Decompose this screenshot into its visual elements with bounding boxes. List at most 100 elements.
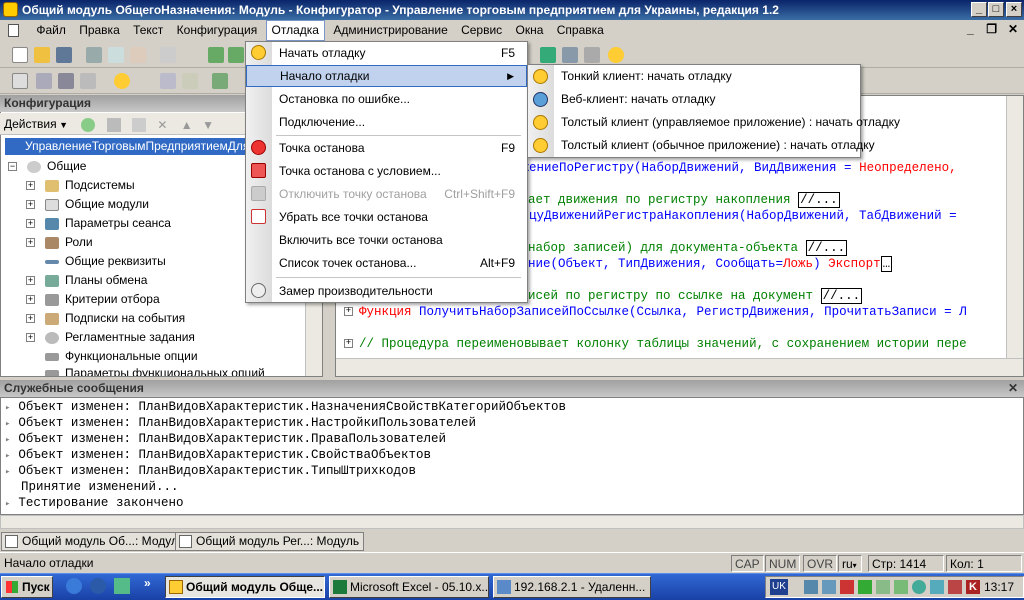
copy-icon[interactable]: [108, 47, 124, 63]
expand-icon[interactable]: +: [26, 181, 35, 191]
menu-configuration[interactable]: Конфигурация: [172, 20, 263, 41]
sync-icon[interactable]: [930, 580, 944, 594]
expand-icon[interactable]: +: [344, 307, 353, 317]
close-button[interactable]: ×: [1006, 2, 1022, 17]
paste-icon[interactable]: [130, 47, 146, 63]
monitor-icon[interactable]: [912, 580, 926, 594]
maximize-button[interactable]: □: [988, 2, 1004, 17]
collapse-icon[interactable]: −: [8, 162, 17, 172]
redo-icon[interactable]: [228, 47, 244, 63]
tree-item-subsystems[interactable]: + Подсистемы: [26, 176, 135, 195]
security-icon[interactable]: [858, 580, 872, 594]
quicklaunch-more-icon[interactable]: »: [144, 576, 151, 590]
find-icon[interactable]: [562, 47, 578, 63]
menu-item-remove-all-breakpoints[interactable]: Убрать все точки останова: [246, 206, 527, 228]
expand-icon[interactable]: +: [26, 276, 35, 286]
tree-item-filter-criteria[interactable]: + Критерии отбора: [26, 290, 160, 309]
tree-item-exchange-plans[interactable]: + Планы обмена: [26, 271, 147, 290]
delete-icon[interactable]: [160, 47, 176, 63]
tree-item-functional-options-params[interactable]: Параметры функциональных опций: [45, 366, 265, 376]
compare-icon[interactable]: [36, 73, 52, 89]
menu-item-conditional-breakpoint[interactable]: Точка останова с условием...: [246, 160, 527, 182]
menu-windows[interactable]: Окна: [511, 20, 549, 41]
mdi-restore-button[interactable]: ❐: [983, 22, 1001, 38]
tree-item-session-params[interactable]: + Параметры сеанса: [26, 214, 171, 233]
tab-common-module-2[interactable]: Общий модуль Рег...: Модуль: [175, 532, 365, 551]
move-up-icon[interactable]: ▲: [181, 118, 195, 132]
code-hscrollbar[interactable]: [336, 358, 1023, 376]
syntax-check-icon[interactable]: [160, 73, 176, 89]
module-icon[interactable]: [182, 73, 198, 89]
info-icon[interactable]: [608, 47, 624, 63]
open-folder-icon[interactable]: [34, 47, 50, 63]
desktop-icon[interactable]: [114, 578, 130, 594]
menu-debug[interactable]: Отладка: [265, 20, 325, 41]
collapsed-block[interactable]: //...: [798, 192, 840, 208]
menu-item-connection[interactable]: Подключение...: [246, 111, 527, 133]
network2-icon[interactable]: [822, 580, 836, 594]
menu-file[interactable]: Файл: [31, 20, 71, 41]
tab-common-module-1[interactable]: Общий модуль Об...: Модуль: [1, 532, 190, 551]
wizard-icon[interactable]: [540, 47, 556, 63]
menu-item-breakpoint-list[interactable]: Список точек останова... Alt+F9: [246, 252, 527, 274]
language-selector[interactable]: ru▾: [838, 555, 862, 572]
tree-item-event-subscriptions[interactable]: + Подписки на события: [26, 309, 185, 328]
add-icon[interactable]: [81, 117, 96, 132]
tree-item-general[interactable]: − Общие: [8, 157, 86, 176]
expand-icon[interactable]: +: [26, 314, 35, 324]
close-icon[interactable]: ✕: [1008, 380, 1018, 397]
k-icon[interactable]: K: [966, 580, 980, 594]
menu-edit[interactable]: Правка: [74, 20, 125, 41]
tree-item-roles[interactable]: + Роли: [26, 233, 93, 252]
update-icon[interactable]: [80, 73, 96, 89]
expand-icon[interactable]: +: [26, 333, 35, 343]
delete-item-icon[interactable]: ✕: [157, 118, 171, 132]
menu-item-enable-all-breakpoints[interactable]: Включить все точки останова: [246, 229, 527, 251]
tree-item-functional-options[interactable]: Функциональные опции: [45, 347, 198, 366]
collapsed-block[interactable]: //...: [820, 288, 863, 304]
menu-item-breakpoint[interactable]: Точка останова F9: [246, 137, 527, 159]
kaspersky-icon[interactable]: [948, 580, 962, 594]
menu-service[interactable]: Сервис: [456, 20, 507, 41]
collapsed-block[interactable]: …: [880, 256, 893, 272]
menu-item-web-client[interactable]: Веб-клиент: начать отладку: [528, 88, 860, 111]
copy-item-icon[interactable]: [132, 117, 147, 132]
mdi-minimize-button[interactable]: _: [961, 22, 979, 38]
menu-item-thick-client-managed[interactable]: Толстый клиент (управляемое приложение) …: [528, 111, 900, 134]
menu-item-start-debug[interactable]: Начать отладку F5: [246, 42, 527, 64]
save-icon[interactable]: [56, 47, 72, 63]
chat-icon[interactable]: [876, 580, 890, 594]
messenger-icon[interactable]: [894, 580, 908, 594]
expand-icon[interactable]: +: [26, 219, 35, 229]
code-vscrollbar[interactable]: [1006, 96, 1023, 358]
expand-icon[interactable]: +: [26, 295, 35, 305]
start-button[interactable]: Пуск: [1, 576, 53, 598]
expand-icon[interactable]: +: [26, 200, 35, 210]
menu-text[interactable]: Текст: [128, 20, 168, 41]
antivirus-icon[interactable]: [840, 580, 854, 594]
mdi-close-button[interactable]: ✕: [1004, 22, 1022, 38]
properties-icon[interactable]: [584, 47, 600, 63]
undo-icon[interactable]: [208, 47, 224, 63]
browser-icon[interactable]: [90, 578, 106, 594]
task-configurator[interactable]: Общий модуль Обще...: [165, 576, 325, 598]
menu-item-debug-start[interactable]: Начало отладки ▶: [246, 65, 527, 87]
move-down-icon[interactable]: ▼: [202, 118, 216, 132]
config-window-icon[interactable]: [12, 73, 28, 89]
menu-item-thick-client-ordinary[interactable]: Толстый клиент (обычное приложение) : на…: [528, 134, 875, 157]
collapsed-block[interactable]: //...: [805, 240, 848, 256]
expand-icon[interactable]: +: [26, 238, 35, 248]
edit-icon[interactable]: [106, 117, 121, 132]
menu-item-stop-on-error[interactable]: Остановка по ошибке...: [246, 88, 527, 110]
tree-item-common-modules[interactable]: + Общие модули: [26, 195, 149, 214]
menu-item-performance[interactable]: Замер производительности: [246, 280, 527, 302]
minimize-button[interactable]: _: [971, 2, 987, 17]
network-icon[interactable]: [804, 580, 818, 594]
actions-menu[interactable]: Действия: [4, 117, 57, 131]
menu-administration[interactable]: Администрирование: [328, 20, 452, 41]
cut-icon[interactable]: [86, 47, 102, 63]
expand-icon[interactable]: +: [344, 339, 353, 349]
menu-item-disable-breakpoint[interactable]: Отключить точку останова Ctrl+Shift+F9: [246, 183, 527, 205]
menu-item-thin-client[interactable]: Тонкий клиент: начать отладку: [528, 65, 860, 88]
tree-item-common-attributes[interactable]: Общие реквизиты: [45, 252, 166, 271]
